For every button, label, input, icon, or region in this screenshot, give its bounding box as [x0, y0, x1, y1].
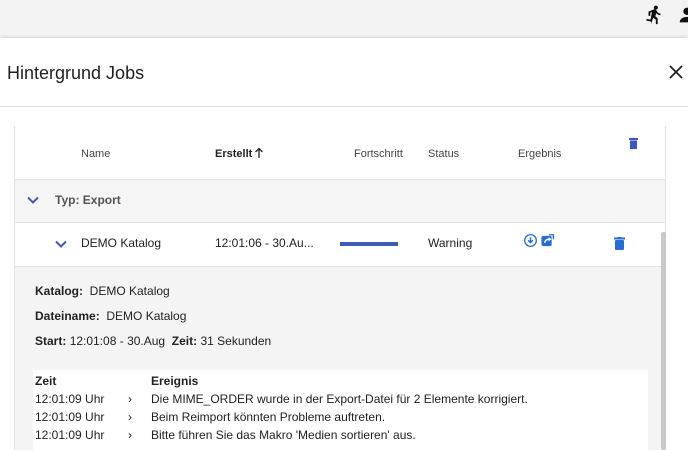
detail-start-value: 12:01:08 - 30.Aug — [69, 334, 166, 348]
delete-all-icon[interactable] — [629, 138, 638, 149]
job-name: DEMO Katalog — [81, 236, 162, 250]
chevron-down-icon[interactable] — [27, 196, 39, 204]
job-status: Warning — [428, 236, 473, 250]
detail-dateiname-value: DEMO Katalog — [106, 309, 187, 323]
job-details: Katalog: DEMO Katalog Dateiname: DEMO Ka… — [15, 267, 665, 450]
group-row[interactable]: Typ: Export — [15, 180, 665, 223]
event-row: 12:01:09 Uhr › Bitte führen Sie das Makr… — [33, 428, 648, 446]
event-header-time: Zeit — [35, 374, 57, 388]
sort-ascending-icon[interactable] — [254, 147, 264, 159]
delete-icon[interactable] — [614, 237, 625, 250]
detail-dateiname-label: Dateiname: — [35, 309, 100, 323]
job-created: 12:01:06 - 30.Au... — [215, 236, 314, 250]
event-text: Beim Reimport könnten Probleme auftreten… — [151, 410, 386, 424]
scrollbar[interactable] — [661, 232, 666, 450]
user-icon[interactable] — [676, 4, 688, 26]
detail-katalog: Katalog: DEMO Katalog — [35, 284, 170, 298]
detail-start-label: Start: — [35, 334, 67, 348]
chevron-down-icon[interactable] — [55, 240, 67, 248]
job-progress-fill — [340, 242, 398, 246]
event-text: Die MIME_ORDER wurde in der Export-Datei… — [151, 392, 528, 406]
detail-start: Start: 12:01:08 - 30.Aug Zeit: 31 Sekund… — [35, 334, 271, 348]
event-text: Bitte führen Sie das Makro 'Medien sorti… — [151, 428, 416, 442]
detail-katalog-label: Katalog: — [35, 284, 83, 298]
run-icon[interactable] — [643, 4, 665, 26]
jobs-table: Name Erstellt Fortschritt Status Ergebni… — [14, 126, 666, 450]
detail-katalog-value: DEMO Katalog — [89, 284, 170, 298]
divider — [0, 106, 688, 107]
event-header-event: Ereignis — [151, 374, 199, 388]
column-header-result[interactable]: Ergebnis — [518, 148, 561, 160]
close-icon[interactable] — [665, 61, 687, 83]
chevron-right-icon: › — [128, 392, 132, 406]
event-time: 12:01:09 Uhr — [35, 392, 105, 406]
event-row: 12:01:09 Uhr › Beim Reimport könnten Pro… — [33, 410, 648, 428]
download-icon[interactable] — [524, 234, 537, 247]
detail-dateiname: Dateiname: DEMO Katalog — [35, 309, 186, 323]
job-progress-bar — [340, 242, 398, 246]
column-header-progress[interactable]: Fortschritt — [354, 148, 403, 160]
event-row: 12:01:09 Uhr › Die MIME_ORDER wurde in d… — [33, 392, 648, 410]
event-log: Zeit Ereignis 12:01:09 Uhr › Die MIME_OR… — [33, 370, 648, 450]
table-header: Name Erstellt Fortschritt Status Ergebni… — [15, 126, 665, 180]
chevron-right-icon: › — [128, 428, 132, 442]
column-header-status[interactable]: Status — [428, 148, 459, 160]
chevron-right-icon: › — [128, 410, 132, 424]
event-time: 12:01:09 Uhr — [35, 410, 105, 424]
detail-zeit-value: 31 Sekunden — [200, 334, 272, 348]
event-time: 12:01:09 Uhr — [35, 428, 105, 442]
group-label: Typ: Export — [55, 193, 121, 207]
background-jobs-dialog: Hintergrund Jobs Name Erstellt Fortschri… — [0, 38, 688, 450]
column-header-created[interactable]: Erstellt — [215, 148, 252, 160]
detail-zeit-label: Zeit: — [171, 334, 198, 348]
open-external-icon[interactable] — [541, 234, 554, 247]
top-bar — [0, 0, 688, 38]
column-header-name[interactable]: Name — [81, 148, 110, 160]
table-row[interactable]: DEMO Katalog 12:01:06 - 30.Au... Warning — [15, 223, 665, 267]
dialog-title: Hintergrund Jobs — [7, 63, 145, 83]
